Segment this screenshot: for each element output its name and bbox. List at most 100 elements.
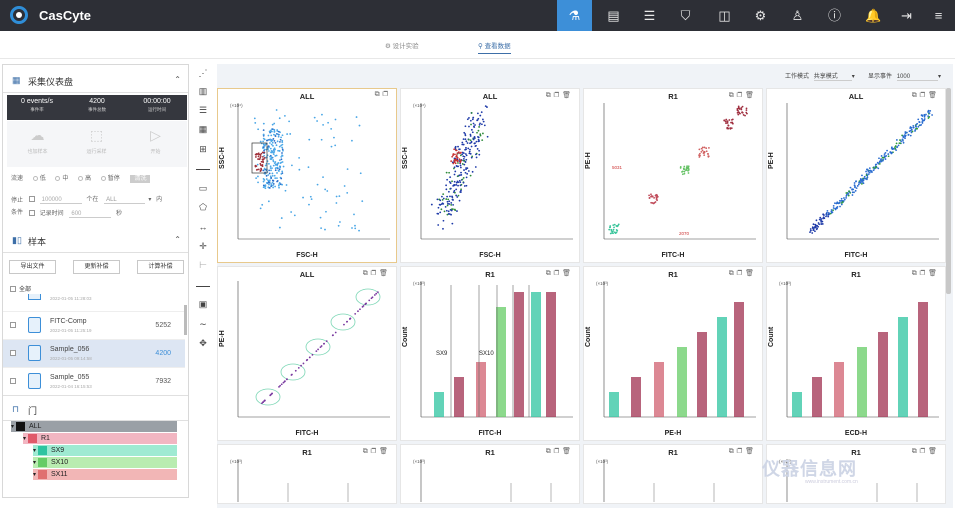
acquisition-dashboard-header[interactable]: ▦ 采集仪表盘 ⌃ — [3, 67, 188, 93]
gate-all[interactable]: ▾ ALL — [11, 421, 177, 432]
run-sample-button[interactable]: ⬚ 运行采样 — [69, 127, 124, 155]
event-dot — [477, 117, 480, 120]
plot-canvas[interactable] — [401, 89, 579, 262]
logout-icon[interactable]: ⇥ — [889, 0, 924, 31]
sample-row-056[interactable]: Sample_056 2022-01-05 09:14:58 4200 — [3, 339, 185, 367]
event-dot — [470, 123, 472, 126]
menu-icon[interactable]: ≡ — [921, 0, 955, 31]
samples-header[interactable]: ▮▯ 样本 ⌃ — [3, 227, 188, 253]
update-compensation-button[interactable]: 更新补偿 — [73, 260, 120, 274]
flask-icon[interactable]: ⚗ — [557, 0, 592, 31]
plot-card[interactable]: R1 ⧉❐🗑 (×10³) — [400, 444, 580, 504]
select-all-row[interactable]: 全部 — [10, 284, 31, 293]
plot-card[interactable]: ALL ⧉❐🗑 PE-H FITC-H — [766, 88, 946, 263]
sample-row-055[interactable]: Sample_055 2022-01-04 16:15:53 7932 — [3, 367, 185, 395]
flow-pause-radio[interactable] — [100, 175, 106, 181]
plot-canvas[interactable]: SX9 SX10 — [401, 267, 579, 440]
event-dot — [745, 111, 748, 114]
flow-low-radio[interactable] — [32, 175, 38, 181]
plot-canvas[interactable] — [218, 89, 396, 262]
compute-compensation-button[interactable]: 计算补偿 — [137, 260, 184, 274]
bracket-icon[interactable]: ⊢ — [197, 260, 209, 272]
time-input[interactable]: 600 — [69, 211, 112, 218]
polygon-gate-icon[interactable]: ⬠ — [197, 202, 209, 214]
save-icon[interactable]: ▣ — [197, 299, 209, 311]
plot-canvas[interactable] — [218, 445, 396, 503]
events-input[interactable]: 100000 — [39, 197, 82, 204]
plot-canvas[interactable]: 5031 2070 — [584, 89, 762, 262]
time-stop-checkbox[interactable] — [29, 210, 35, 217]
curve-icon[interactable]: ∼ — [197, 319, 209, 331]
gear-icon[interactable]: ⚙ — [743, 0, 778, 31]
work-mode-control[interactable]: 工作模式 共享模式 ▾ — [785, 71, 855, 81]
scatter-plot-icon[interactable]: ⋰ — [197, 68, 209, 80]
event-stop-checkbox[interactable] — [29, 196, 35, 203]
interval-gate-icon[interactable]: ↔ — [197, 222, 209, 234]
sample-list-scrollbar[interactable] — [184, 305, 187, 335]
event-dot — [861, 179, 863, 182]
tab-design-experiment[interactable]: ⚙ 设计实验 — [385, 40, 419, 50]
plot-card[interactable]: ALL ⧉❐🗑 PE-H FITC-H — [217, 266, 397, 441]
event-dot — [878, 163, 881, 165]
flow-high-radio[interactable] — [78, 175, 84, 181]
gates-header[interactable]: ⊓ 门 — [3, 395, 188, 421]
help-icon[interactable]: ⓘ — [817, 0, 852, 31]
plot-card[interactable]: R1 ⧉❐🗑 PE-H FITC-H 5031 2070 — [583, 88, 763, 263]
sliders-icon[interactable]: ☰ — [632, 0, 667, 31]
move-icon[interactable]: ✥ — [197, 338, 209, 350]
rectangle-gate-icon[interactable]: ▭ — [197, 183, 209, 195]
plot-canvas[interactable] — [584, 445, 762, 503]
export-file-button[interactable]: 导出文件 — [9, 260, 56, 274]
event-dot — [335, 195, 338, 198]
plot-card[interactable]: R1 ⧉❐🗑 (×10³) — [217, 444, 397, 504]
bar-chart-icon[interactable]: ☰ — [197, 105, 209, 117]
bell-icon[interactable]: 🔔 — [856, 0, 891, 31]
gate-sx9[interactable]: ▾ SX9 — [33, 445, 177, 456]
clean-button[interactable]: 清洗 — [130, 175, 151, 183]
polygon-gate[interactable] — [355, 288, 381, 306]
plot-canvas[interactable] — [584, 267, 762, 440]
quadrant-gate-icon[interactable]: ✛ — [197, 241, 209, 253]
collapse-icon[interactable]: ⌃ — [174, 235, 181, 244]
plot-card[interactable]: ALL ⧉❐ SSC-H FSC-H (×10⁴) — [217, 88, 397, 263]
user-icon[interactable]: ♙ — [780, 0, 815, 31]
add-sample-button[interactable]: ☁ 也加样本 — [10, 127, 65, 155]
plot-card[interactable]: R1 ⧉❐🗑 Count FITC-H (×10³) SX9 SX10 — [400, 266, 580, 441]
polygon-gate[interactable] — [255, 388, 281, 406]
panel-icon[interactable]: ▤ — [596, 0, 631, 31]
plot-card[interactable]: ALL ⧉❐🗑 SSC-H FSC-H (×10⁴) — [400, 88, 580, 263]
display-events-select[interactable]: 1000 — [896, 74, 939, 81]
gate-sx10[interactable]: ▾ SX10 — [33, 457, 177, 468]
start-button[interactable]: ▷ 开始 — [128, 127, 183, 155]
sample-checkbox[interactable] — [10, 350, 16, 356]
event-dot — [272, 164, 275, 167]
add-plot-icon[interactable]: ⊞ — [197, 144, 209, 156]
sample-checkbox[interactable] — [10, 378, 16, 384]
chart-icon[interactable]: ◫ — [707, 0, 742, 31]
density-plot-icon[interactable]: ▦ — [197, 124, 209, 136]
plot-canvas[interactable] — [218, 267, 396, 440]
plot-card[interactable]: R1 ⧉❐🗑 Count ECD-H (×10³) — [766, 266, 946, 441]
plot-scrollbar[interactable] — [946, 88, 951, 294]
sample-row-fitc-comp[interactable]: FITC-Comp 2022-01-05 11:25:19 5252 — [3, 311, 185, 339]
display-events-control[interactable]: 显示事件 1000 ▾ — [868, 71, 941, 81]
gate-r1[interactable]: ▾ R1 — [23, 433, 177, 444]
gate-select[interactable]: ALL — [104, 197, 145, 204]
sample-checkbox[interactable] — [10, 322, 16, 328]
flow-mid-radio[interactable] — [55, 175, 61, 181]
shield-icon[interactable]: ⛉ — [668, 0, 703, 31]
gate-sx11[interactable]: ▾ SX11 — [33, 469, 177, 480]
plot-canvas[interactable] — [401, 445, 579, 503]
plot-canvas[interactable] — [767, 89, 945, 262]
work-mode-select[interactable]: 共享模式 — [813, 74, 852, 81]
plot-card[interactable]: R1 ⧉❐🗑 (×10³) — [583, 444, 763, 504]
event-dot — [268, 162, 270, 165]
plot-canvas[interactable] — [767, 267, 945, 440]
select-all-checkbox[interactable] — [10, 286, 16, 293]
collapse-icon[interactable]: ⌃ — [174, 75, 181, 84]
histogram-icon[interactable]: ▥ — [197, 86, 209, 98]
event-dot — [269, 165, 272, 168]
plot-card[interactable]: R1 ⧉❐🗑 Count PE-H (×10³) — [583, 266, 763, 441]
polygon-gate[interactable] — [330, 313, 356, 331]
tab-view-data[interactable]: ⚲ 查看数据 — [478, 40, 511, 54]
